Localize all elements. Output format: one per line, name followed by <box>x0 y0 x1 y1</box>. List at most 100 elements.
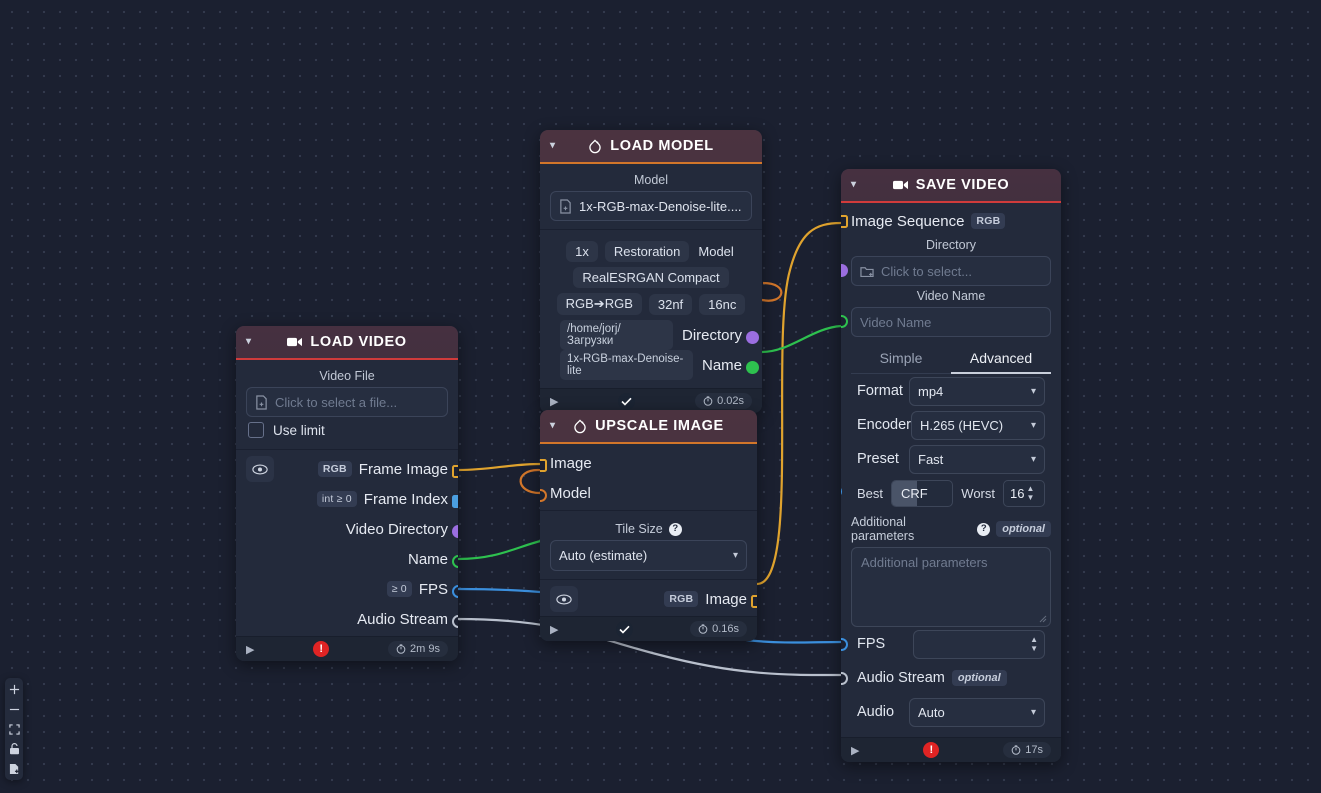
socket-video-directory[interactable] <box>451 525 458 538</box>
save-fps-input[interactable]: ▲ ▼ <box>913 629 1045 659</box>
param-row-audio[interactable]: Audio Auto ▾ <box>851 695 1051 729</box>
node-save-video[interactable]: ▾ SAVE VIDEO Image Sequence RGB Director… <box>841 169 1061 762</box>
preview-eye-icon[interactable] <box>246 456 274 482</box>
model-tag-purpose: Restoration <box>604 241 690 262</box>
socket-model-name[interactable] <box>745 361 759 374</box>
socket-fps[interactable] <box>451 585 458 598</box>
socket-frame-index[interactable] <box>451 495 458 508</box>
param-row-encoder[interactable]: Encoder H.265 (HEVC) ▾ <box>851 408 1051 442</box>
additional-params-placeholder: Additional parameters <box>861 555 988 570</box>
socket-model-directory[interactable] <box>745 331 759 344</box>
video-file-input[interactable]: Click to select a file... <box>246 387 448 417</box>
fps-tag: ≥ 0 <box>386 581 412 597</box>
zoom-out-icon[interactable] <box>7 702 21 716</box>
socket-frame-image[interactable] <box>451 465 458 478</box>
error-badge[interactable]: ! <box>923 742 940 758</box>
help-icon[interactable]: ? <box>977 522 991 536</box>
error-badge[interactable]: ! <box>313 641 330 657</box>
collapse-caret-icon[interactable]: ▾ <box>246 337 252 347</box>
param-row-audio-stream[interactable]: Audio Stream optional <box>841 661 1051 695</box>
socket-audio-stream[interactable] <box>451 615 458 628</box>
pytorch-icon <box>573 418 587 434</box>
tab-advanced[interactable]: Advanced <box>951 345 1051 374</box>
additional-params-optional: optional <box>996 521 1051 537</box>
directory-input[interactable]: Click to select... <box>851 256 1051 286</box>
output-row-audio-stream[interactable]: Audio Stream <box>236 604 458 634</box>
collapse-caret-icon[interactable]: ▾ <box>550 421 556 431</box>
model-tag-scale: 1x <box>566 241 598 262</box>
param-row-fps[interactable]: FPS ▲ ▼ <box>841 627 1051 661</box>
encoder-select[interactable]: H.265 (HEVC) ▾ <box>911 410 1045 440</box>
output-row-directory[interactable]: /home/jorj/Загрузки Directory <box>550 320 759 350</box>
crf-value-input[interactable]: 16 ▲ ▼ <box>1003 479 1045 507</box>
collapse-caret-icon[interactable]: ▾ <box>550 141 556 151</box>
run-node-button[interactable]: ▶ <box>246 643 254 656</box>
video-name-input[interactable]: Video Name <box>851 307 1051 337</box>
socket-name[interactable] <box>451 555 458 568</box>
socket-save-fps[interactable] <box>841 638 848 651</box>
chevron-down-icon: ▾ <box>1030 385 1036 397</box>
help-icon[interactable]: ? <box>668 522 682 536</box>
zoom-in-icon[interactable] <box>7 682 21 696</box>
load-model-header[interactable]: ▾ LOAD MODEL <box>540 130 762 164</box>
socket-out-image[interactable] <box>750 595 757 608</box>
save-video-tabs[interactable]: Simple Advanced <box>851 345 1051 374</box>
socket-image-sequence[interactable] <box>841 215 848 228</box>
param-row-format[interactable]: Format mp4 ▾ <box>851 374 1051 408</box>
model-file-input[interactable]: 1x-RGB-max-Denoise-lite.... <box>550 191 752 221</box>
resize-grip-icon[interactable] <box>1039 615 1047 623</box>
tab-simple[interactable]: Simple <box>851 345 951 373</box>
load-video-header[interactable]: ▾ LOAD VIDEO <box>236 326 458 360</box>
crf-slider[interactable]: CRF <box>891 479 954 507</box>
output-row-frame-image[interactable]: RGB Frame Image <box>236 454 458 484</box>
canvas-toolbar[interactable] <box>5 678 23 780</box>
input-row-model[interactable]: Model <box>540 478 757 508</box>
tile-size-select[interactable]: Auto (estimate) ▾ <box>550 540 747 571</box>
fps-stepper[interactable]: ▲ ▼ <box>1030 636 1038 653</box>
node-load-video[interactable]: ▾ LOAD VIDEO Video File Click to select … <box>236 326 458 661</box>
node-graph-canvas[interactable]: ▾ LOAD VIDEO Video File Click to select … <box>0 0 1321 793</box>
output-row-upscaled-image[interactable]: RGB Image <box>540 584 757 614</box>
lock-icon[interactable] <box>7 742 21 756</box>
socket-directory[interactable] <box>841 264 848 277</box>
save-video-inputs-section: Image Sequence RGB Directory Click to se… <box>841 203 1061 737</box>
load-model-title: LOAD MODEL <box>610 138 714 154</box>
run-node-button[interactable]: ▶ <box>550 623 558 636</box>
audio-value: Auto <box>918 704 945 720</box>
input-row-image[interactable]: Image <box>540 448 757 478</box>
run-node-button[interactable]: ▶ <box>550 395 558 408</box>
socket-video-name[interactable] <box>841 315 848 328</box>
crf-stepper[interactable]: ▲ ▼ <box>1026 485 1034 502</box>
use-limit-row[interactable]: Use limit <box>246 417 448 441</box>
add-node-icon[interactable] <box>7 762 21 776</box>
socket-in-image[interactable] <box>540 459 547 472</box>
input-row-image-sequence[interactable]: Image Sequence RGB <box>841 207 1051 235</box>
output-row-model-name[interactable]: 1x-RGB-max-Denoise-lite Name <box>550 350 759 380</box>
wire-name-green <box>761 324 842 354</box>
socket-in-model[interactable] <box>540 489 547 502</box>
run-node-button[interactable]: ▶ <box>851 744 859 757</box>
output-row-fps[interactable]: ≥ 0 FPS <box>236 574 458 604</box>
output-row-frame-index[interactable]: int ≥ 0 Frame Index <box>236 484 458 514</box>
upscale-image-header[interactable]: ▾ UPSCALE IMAGE <box>540 410 757 444</box>
format-select[interactable]: mp4 ▾ <box>909 376 1045 406</box>
crf-row[interactable]: Best CRF Worst 16 ▲ ▼ <box>841 476 1051 510</box>
output-row-name[interactable]: Name <box>236 544 458 574</box>
fit-view-icon[interactable] <box>7 722 21 736</box>
save-video-header[interactable]: ▾ SAVE VIDEO <box>841 169 1061 203</box>
use-limit-checkbox[interactable] <box>248 422 264 438</box>
node-upscale-image[interactable]: ▾ UPSCALE IMAGE Image Model Tile Size ? … <box>540 410 757 641</box>
collapse-caret-icon[interactable]: ▾ <box>851 180 857 190</box>
param-row-preset[interactable]: Preset Fast ▾ <box>851 442 1051 476</box>
save-video-title: SAVE VIDEO <box>915 177 1010 193</box>
runtime-badge: 0.16s <box>690 621 747 637</box>
audio-select[interactable]: Auto ▾ <box>909 697 1045 727</box>
preset-select[interactable]: Fast ▾ <box>909 444 1045 474</box>
socket-crf[interactable] <box>841 485 842 498</box>
chevron-down-icon: ▾ <box>1030 419 1036 431</box>
output-row-video-directory[interactable]: Video Directory <box>236 514 458 544</box>
socket-save-audio-stream[interactable] <box>841 672 848 685</box>
node-load-model[interactable]: ▾ LOAD MODEL Model 1x-RGB-max-Denoise-li… <box>540 130 762 413</box>
preview-eye-icon[interactable] <box>550 586 578 612</box>
additional-params-textarea[interactable]: Additional parameters <box>851 547 1051 627</box>
